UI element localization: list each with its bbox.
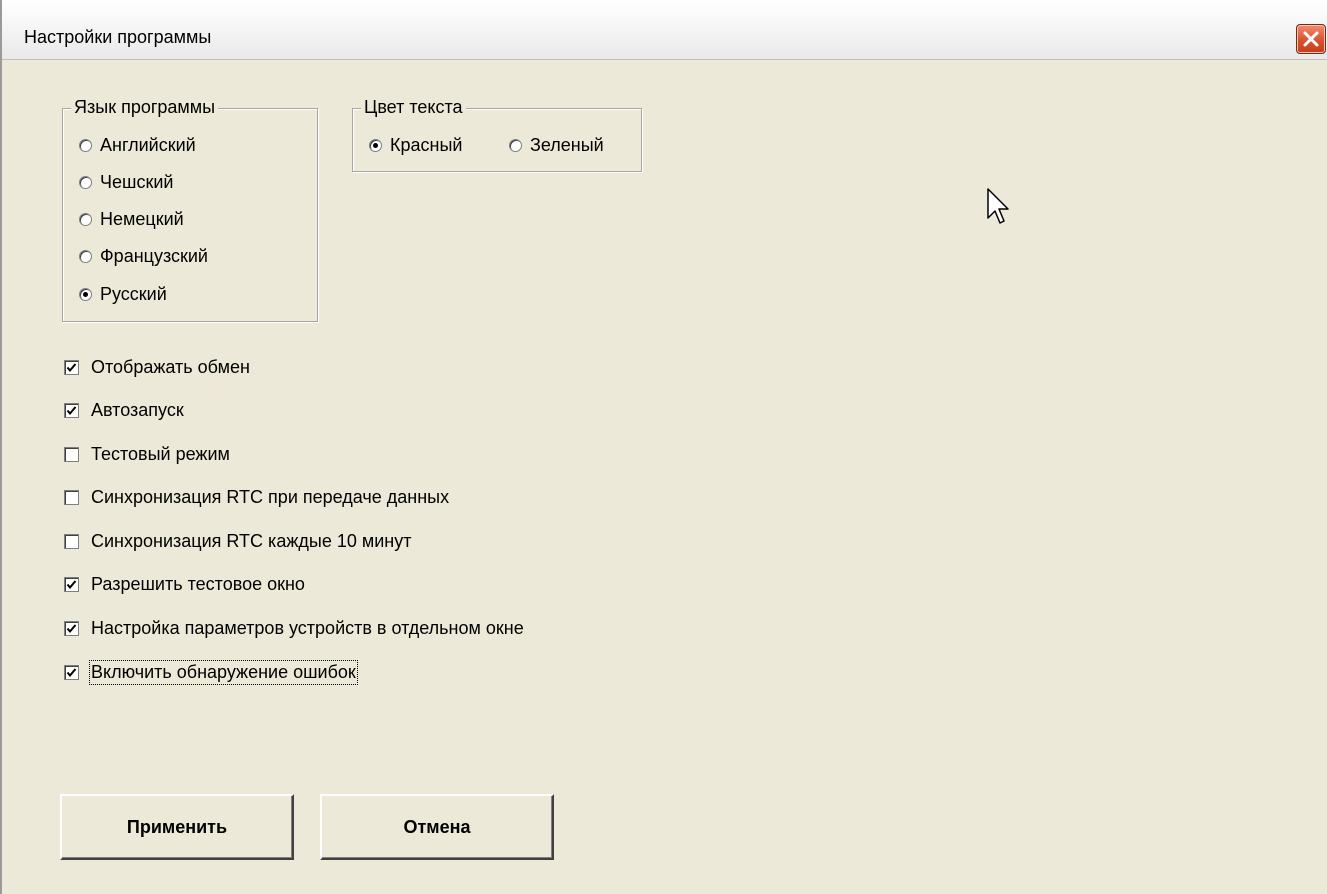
radio-label: Чешский xyxy=(100,171,174,192)
radio-label: Зеленый xyxy=(530,134,604,155)
checkbox-label: Автозапуск xyxy=(91,399,184,420)
checkbox-label: Тестовый режим xyxy=(91,443,230,464)
radio-button[interactable] xyxy=(79,249,92,263)
checkbox-label: Синхронизация RTC при передаче данных xyxy=(91,486,450,507)
language-group: Язык программы Английский Чешский Немецк… xyxy=(62,97,318,322)
checkbox-test-mode[interactable]: Тестовый режим xyxy=(64,442,230,466)
checkbox-box[interactable] xyxy=(64,664,79,680)
radio-language-english[interactable]: Английский xyxy=(79,133,196,157)
radio-label: Немецкий xyxy=(100,208,184,229)
checkmark-icon xyxy=(66,579,77,589)
checkbox-box[interactable] xyxy=(64,576,79,592)
checkbox-box[interactable] xyxy=(64,489,79,505)
radio-button-selected[interactable] xyxy=(79,287,92,301)
mouse-pointer-icon xyxy=(987,188,1011,231)
radio-button[interactable] xyxy=(509,138,522,152)
radio-language-czech[interactable]: Чешский xyxy=(79,170,173,194)
text-color-group: Цвет текста Красный Зеленый xyxy=(352,97,642,172)
text-color-group-legend: Цвет текста xyxy=(361,97,466,118)
checkbox-label-focused: Включить обнаружение ошибок xyxy=(89,659,358,685)
radio-button-selected[interactable] xyxy=(369,138,382,152)
language-group-legend: Язык программы xyxy=(71,97,219,118)
checkmark-icon xyxy=(66,362,77,372)
checkmark-icon xyxy=(66,405,77,415)
radio-label: Русский xyxy=(100,283,167,304)
radio-button[interactable] xyxy=(79,138,92,152)
checkbox-rtc-sync-10min[interactable]: Синхронизация RTC каждые 10 минут xyxy=(64,529,411,553)
checkbox-allow-test-window[interactable]: Разрешить тестовое окно xyxy=(64,572,305,596)
radio-color-green[interactable]: Зеленый xyxy=(509,133,604,157)
radio-label: Французский xyxy=(100,245,208,266)
radio-label: Красный xyxy=(390,134,463,155)
radio-language-russian[interactable]: Русский xyxy=(79,282,167,306)
radio-language-french[interactable]: Французский xyxy=(79,244,208,268)
radio-color-red[interactable]: Красный xyxy=(369,133,462,157)
checkbox-rtc-sync-transfer[interactable]: Синхронизация RTC при передаче данных xyxy=(64,485,449,509)
checkbox-box[interactable] xyxy=(64,620,79,636)
checkbox-box[interactable] xyxy=(64,446,79,462)
radio-language-german[interactable]: Немецкий xyxy=(79,207,184,231)
checkbox-box[interactable] xyxy=(64,359,79,375)
checkbox-box[interactable] xyxy=(64,533,79,549)
checkbox-autostart[interactable]: Автозапуск xyxy=(64,398,184,422)
checkbox-label: Синхронизация RTC каждые 10 минут xyxy=(91,530,412,551)
close-button[interactable] xyxy=(1296,24,1326,54)
title-bar[interactable]: Настройки программы xyxy=(2,0,1327,60)
radio-button[interactable] xyxy=(79,212,92,226)
settings-dialog: Настройки программы Язык программы Англи… xyxy=(0,0,1327,894)
checkbox-label: Разрешить тестовое окно xyxy=(91,573,305,594)
radio-label: Английский xyxy=(100,134,196,155)
checkbox-box[interactable] xyxy=(64,402,79,418)
checkbox-label: Настройка параметров устройств в отдельн… xyxy=(91,617,524,638)
radio-button[interactable] xyxy=(79,175,92,189)
checkbox-device-settings-separate-window[interactable]: Настройка параметров устройств в отдельн… xyxy=(64,616,524,640)
checkmark-icon xyxy=(66,667,77,677)
checkbox-error-detection[interactable]: Включить обнаружение ошибок xyxy=(64,659,358,685)
checkbox-show-exchange[interactable]: Отображать обмен xyxy=(64,355,250,379)
cancel-button[interactable]: Отмена xyxy=(320,794,554,860)
window-title: Настройки программы xyxy=(24,27,212,47)
checkbox-label: Отображать обмен xyxy=(91,356,250,377)
apply-button[interactable]: Применить xyxy=(60,794,294,860)
checkmark-icon xyxy=(66,623,77,633)
